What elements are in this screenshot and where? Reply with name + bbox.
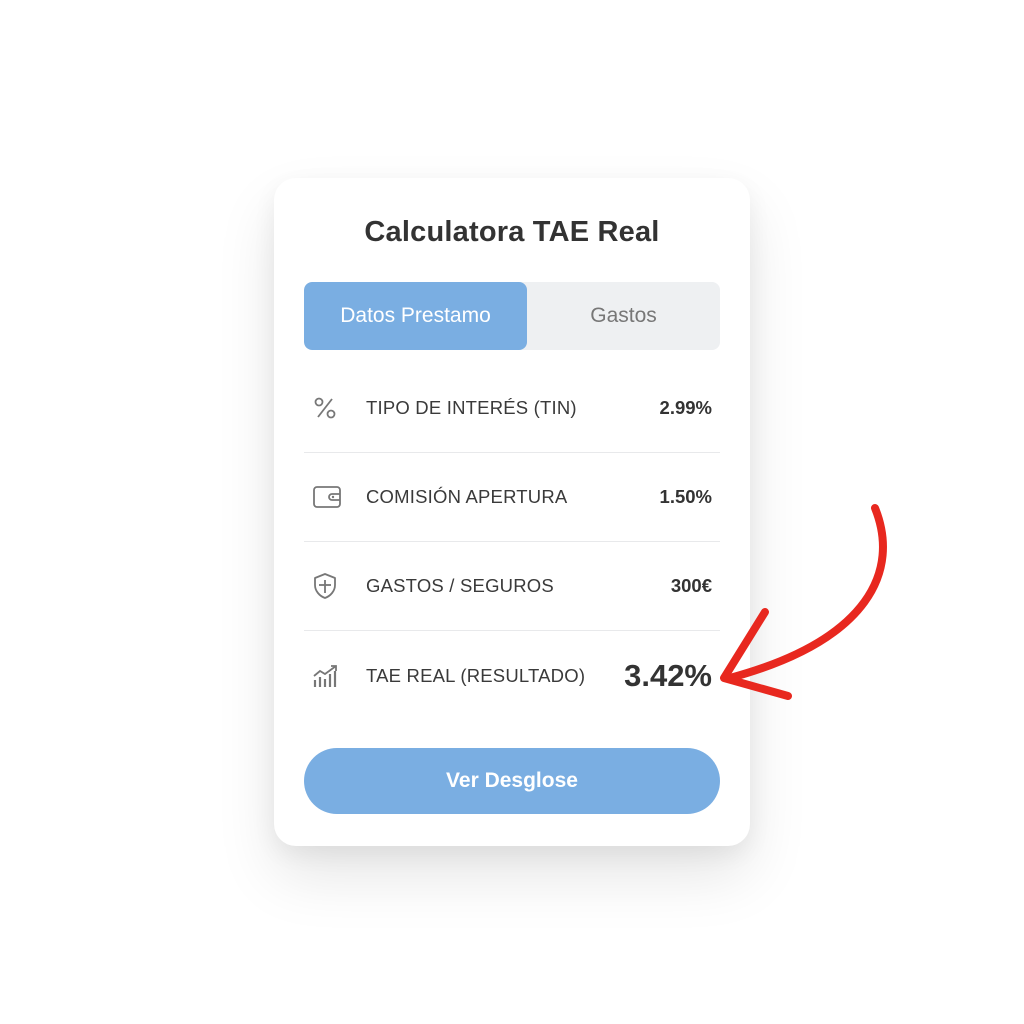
row-label: TIPO DE INTERÉS (TIN): [366, 397, 577, 418]
row-label: COMISIÓN APERTURA: [366, 486, 568, 507]
row-gastos-seguros: GASTOS / SEGUROS 300€: [304, 542, 720, 631]
row-tin: TIPO DE INTERÉS (TIN) 2.99%: [304, 364, 720, 453]
chart-growth-icon: [304, 663, 360, 689]
wallet-icon: [304, 484, 360, 510]
values-list: TIPO DE INTERÉS (TIN) 2.99% COMISIÓN APE…: [304, 364, 720, 720]
page-title: Calculatora TAE Real: [364, 216, 660, 248]
ver-desglose-button[interactable]: Ver Desglose: [304, 748, 720, 814]
row-label: TAE REAL (RESULTADO): [366, 664, 586, 686]
percent-icon: [304, 395, 360, 421]
row-tae-real: TAE REAL (RESULTADO) 3.42%: [304, 631, 720, 720]
shield-icon: [304, 572, 360, 600]
page: Calculatora TAE Real Datos Prestamo Gast…: [0, 0, 1024, 1024]
tab-datos-prestamo[interactable]: Datos Prestamo: [304, 282, 527, 350]
annotation-arrow-icon: [720, 504, 887, 700]
tab-bar: Datos Prestamo Gastos: [304, 282, 720, 350]
row-comision: COMISIÓN APERTURA 1.50%: [304, 453, 720, 542]
tab-gastos[interactable]: Gastos: [527, 282, 720, 350]
row-label: GASTOS / SEGUROS: [366, 575, 554, 596]
calculator-card: Calculatora TAE Real Datos Prestamo Gast…: [274, 178, 750, 846]
row-value: 2.99%: [659, 397, 712, 418]
